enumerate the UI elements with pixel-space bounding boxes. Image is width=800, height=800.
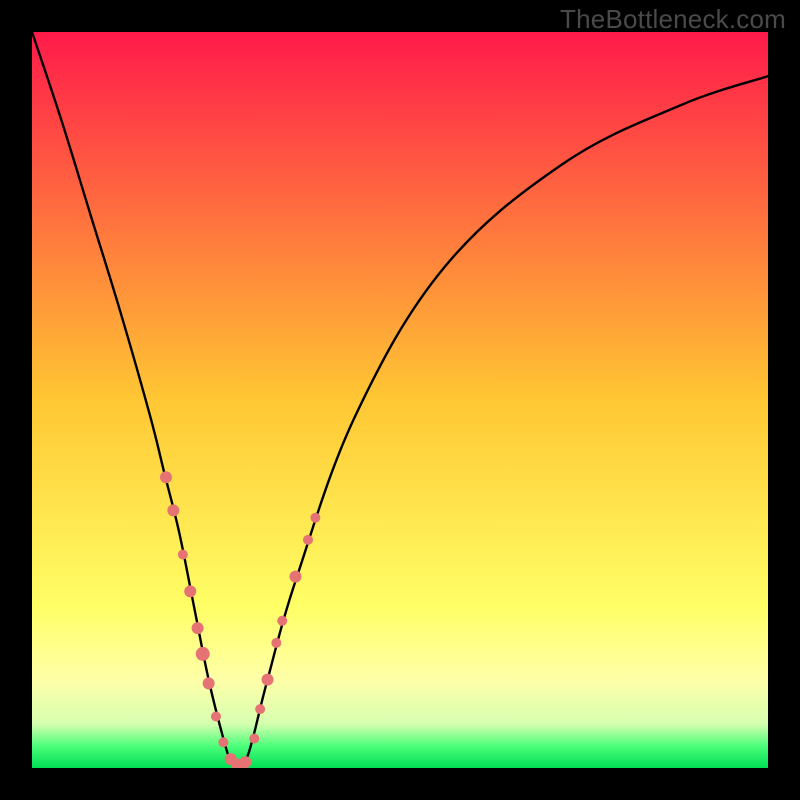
highlight-dot xyxy=(249,734,259,744)
gradient-background xyxy=(32,32,768,768)
highlight-dot xyxy=(218,737,228,747)
highlight-dot xyxy=(262,674,274,686)
highlight-dot xyxy=(184,585,196,597)
highlight-dot xyxy=(310,513,320,523)
highlight-dot xyxy=(160,471,172,483)
chart-svg xyxy=(32,32,768,768)
plot-area xyxy=(32,32,768,768)
highlight-dot xyxy=(255,704,265,714)
highlight-dot xyxy=(178,550,188,560)
highlight-dot xyxy=(239,756,251,768)
highlight-dot xyxy=(303,535,313,545)
highlight-dot xyxy=(203,677,215,689)
highlight-dot xyxy=(277,616,287,626)
highlight-dot xyxy=(192,622,204,634)
highlight-dot xyxy=(271,638,281,648)
highlight-dot xyxy=(196,647,210,661)
highlight-dot xyxy=(167,504,179,516)
chart-frame: TheBottleneck.com xyxy=(0,0,800,800)
highlight-dot xyxy=(211,711,221,721)
highlight-dot xyxy=(289,571,301,583)
watermark-text: TheBottleneck.com xyxy=(560,4,786,35)
